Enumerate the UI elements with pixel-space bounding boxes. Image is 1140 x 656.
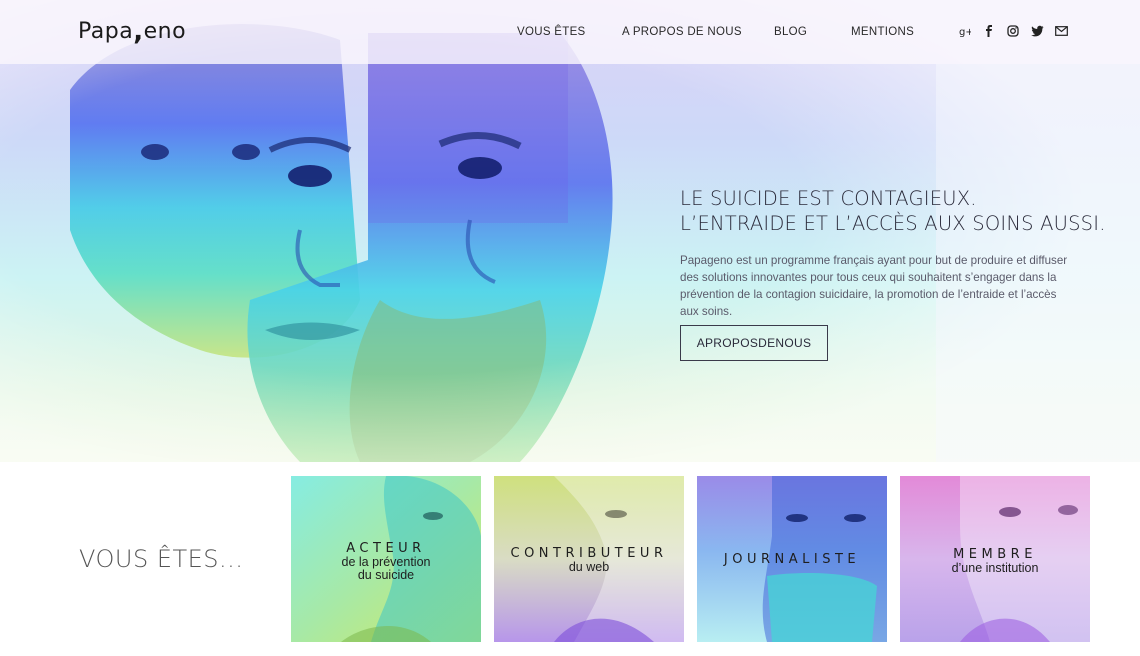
about-us-button[interactable]: APROPOSDENOUS bbox=[680, 325, 828, 361]
twitter-icon[interactable] bbox=[1030, 24, 1044, 38]
card-journaliste[interactable]: JOURNALISTE bbox=[697, 476, 887, 642]
card-contributeur[interactable]: CONTRIBUTEUR du web bbox=[494, 476, 684, 642]
nav-link-vous-etes[interactable]: VOUS ÊTES bbox=[517, 26, 586, 38]
mail-icon[interactable] bbox=[1054, 24, 1068, 38]
hero-description: Papageno est un programme français ayant… bbox=[680, 254, 1068, 318]
nav-link-mentions[interactable]: MENTIONS bbox=[851, 26, 914, 38]
card-acteur-subtitle-2: du suicide bbox=[357, 568, 415, 582]
top-navigation-bar: Papa,eno VOUS ÊTES A PROPOS DE NOUS BLOG… bbox=[0, 0, 1140, 64]
hero-headline: LE SUICIDE EST CONTAGIEUX. L’ENTRAIDE ET… bbox=[680, 186, 1106, 236]
hero-headline-line1: LE SUICIDE EST CONTAGIEUX. bbox=[680, 187, 977, 210]
card-acteur-title: ACTEUR bbox=[346, 541, 426, 556]
nav-link-blog[interactable]: BLOG bbox=[774, 26, 807, 38]
card-acteur[interactable]: ACTEUR de la prévention du suicide bbox=[291, 476, 481, 642]
instagram-icon[interactable] bbox=[1006, 24, 1020, 38]
hero-headline-line2: L’ENTRAIDE ET L’ACCÈS AUX SOINS AUSSI. bbox=[680, 212, 1106, 235]
facebook-icon[interactable] bbox=[982, 24, 996, 38]
svg-text:g+: g+ bbox=[959, 27, 971, 37]
google-plus-icon[interactable]: g+ bbox=[958, 24, 972, 38]
audience-heading: VOUS ÊTES... bbox=[79, 545, 244, 573]
nav-link-a-propos[interactable]: A PROPOS DE NOUS bbox=[622, 26, 742, 38]
card-journaliste-label: JOURNALISTE bbox=[697, 552, 887, 567]
card-contributeur-subtitle-1: du web bbox=[568, 560, 610, 574]
card-journaliste-title: JOURNALISTE bbox=[723, 552, 861, 567]
card-membre-subtitle-1: d’une institution bbox=[951, 561, 1039, 575]
card-contributeur-label: CONTRIBUTEUR du web bbox=[494, 546, 684, 574]
card-membre[interactable]: MEMBRE d’une institution bbox=[900, 476, 1090, 642]
social-links: g+ bbox=[958, 24, 1068, 38]
card-acteur-label: ACTEUR de la prévention du suicide bbox=[291, 541, 481, 582]
card-membre-title: MEMBRE bbox=[953, 547, 1037, 562]
hero-section: Papa,eno VOUS ÊTES A PROPOS DE NOUS BLOG… bbox=[0, 0, 1140, 462]
card-membre-label: MEMBRE d’une institution bbox=[900, 547, 1090, 575]
card-contributeur-title: CONTRIBUTEUR bbox=[510, 546, 668, 561]
